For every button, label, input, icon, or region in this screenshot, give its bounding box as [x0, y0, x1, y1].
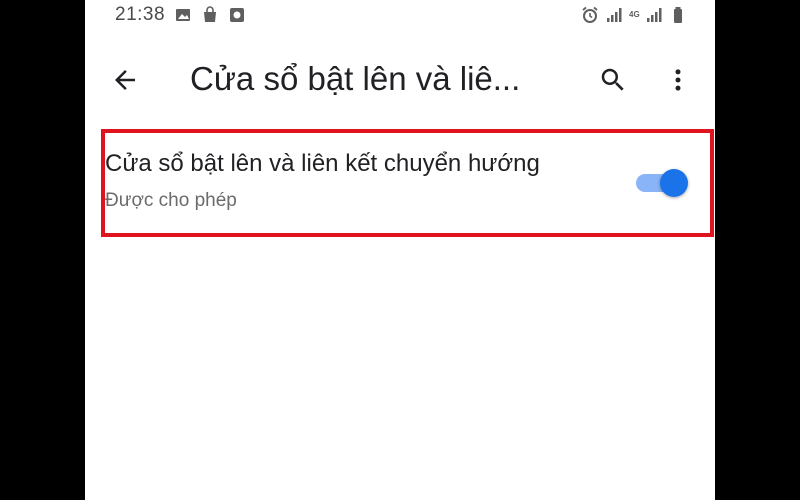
- image-icon: [174, 6, 192, 24]
- popups-redirects-setting-row[interactable]: Cửa sổ bật lên và liên kết chuyển hướng …: [105, 134, 710, 232]
- network-type-label: 4G: [629, 10, 640, 19]
- signal-icon-2: [645, 6, 663, 24]
- battery-icon: [669, 6, 687, 24]
- arrow-left-icon: [115, 70, 135, 90]
- toggle-thumb: [660, 169, 688, 197]
- more-options-button[interactable]: [660, 62, 696, 98]
- status-right: 4G: [581, 6, 687, 24]
- square-notification-icon: [228, 6, 246, 24]
- setting-title: Cửa sổ bật lên và liên kết chuyển hướng: [105, 150, 540, 177]
- status-left: 21:38: [115, 4, 246, 26]
- status-bar: 21:38 4G: [85, 0, 715, 30]
- signal-icon: [605, 6, 623, 24]
- more-vert-icon: [675, 69, 681, 91]
- alarm-icon: [581, 6, 599, 24]
- page-title: Cửa sổ bật lên và liê...: [190, 60, 521, 97]
- popups-toggle-switch[interactable]: [632, 166, 688, 198]
- phone-screen: 21:38 4G Cửa sổ bật lên và liê... Cửa sổ…: [85, 0, 715, 500]
- top-app-bar: Cửa sổ bật lên và liê...: [85, 50, 715, 110]
- search-icon: [601, 68, 624, 91]
- setting-status: Được cho phép: [105, 190, 237, 211]
- search-button[interactable]: [595, 62, 631, 98]
- back-button[interactable]: [107, 62, 143, 98]
- bag-icon: [201, 6, 219, 24]
- status-time: 21:38: [115, 4, 166, 25]
